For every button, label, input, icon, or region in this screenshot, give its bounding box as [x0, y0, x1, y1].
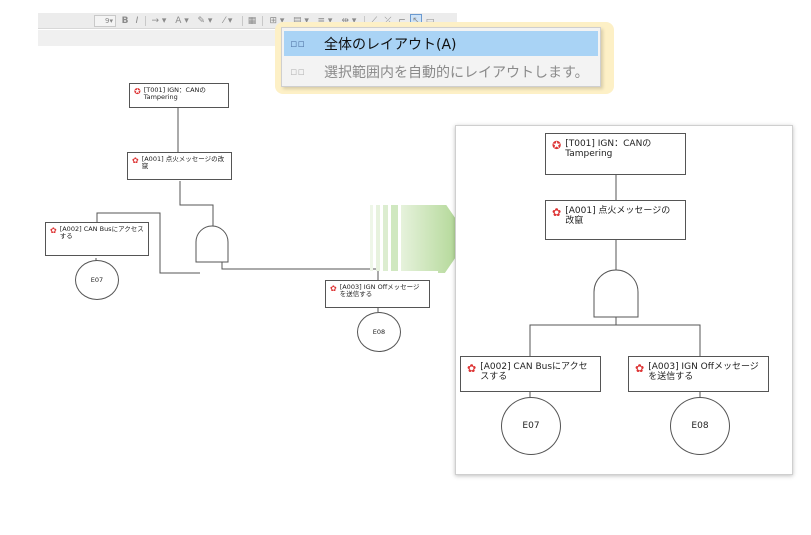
- node-a002-after[interactable]: ✿ [A002] CAN Busにアクセスする: [460, 356, 601, 392]
- connector-lines-after: [529, 175, 701, 397]
- event-e08-after[interactable]: E08: [670, 397, 730, 455]
- threat-icon: ✪: [552, 139, 562, 152]
- attack-icon: ✿: [467, 362, 477, 375]
- node-t001-after[interactable]: ✪ [T001] IGN：CANの Tampering: [545, 133, 686, 175]
- node-a003-after[interactable]: ✿ [A003] IGN Offメッセージを送信する: [628, 356, 769, 392]
- node-a001-after[interactable]: ✿ [A001] 点火メッセージの改竄: [545, 200, 686, 240]
- attack-icon: ✿: [552, 206, 562, 219]
- attack-icon: ✿: [635, 362, 645, 375]
- event-e07-after[interactable]: E07: [501, 397, 561, 455]
